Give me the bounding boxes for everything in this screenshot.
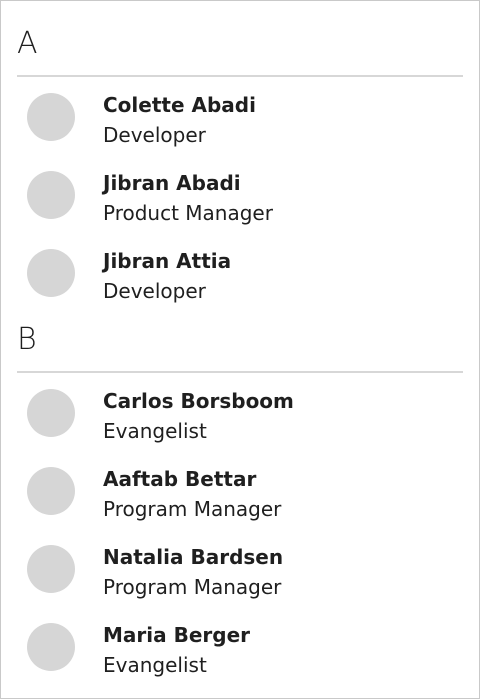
contact-name: Carlos Borsboom — [103, 389, 294, 413]
group-b: B Carlos Borsboom Evangelist Aaftab Bett… — [1, 297, 479, 698]
group-letter: B — [17, 322, 37, 357]
list-item[interactable]: Natalia Bardsen Program Manager — [1, 543, 479, 621]
group-divider — [17, 75, 463, 77]
contacts-list-view: A Colette Abadi Developer Jibran Abadi P… — [0, 0, 480, 699]
contact-name: Colette Abadi — [103, 93, 256, 117]
avatar — [27, 171, 75, 219]
contact-role: Program Manager — [103, 575, 282, 599]
group-letter: A — [17, 26, 38, 61]
list-item[interactable]: Jibran Abadi Product Manager — [1, 169, 479, 247]
contact-list: Colette Abadi Developer Jibran Abadi Pro… — [1, 91, 479, 325]
avatar — [27, 93, 75, 141]
contact-name: Aaftab Bettar — [103, 467, 257, 491]
avatar — [27, 545, 75, 593]
list-item[interactable]: Maria Berger Evangelist — [1, 621, 479, 698]
contact-name: Jibran Abadi — [103, 171, 241, 195]
group-header-a[interactable]: A — [1, 1, 479, 77]
contact-role: Product Manager — [103, 201, 273, 225]
contact-name: Jibran Attia — [103, 249, 232, 273]
group-header-b[interactable]: B — [1, 297, 479, 373]
group-a: A Colette Abadi Developer Jibran Abadi P… — [1, 1, 479, 325]
contact-role: Evangelist — [103, 419, 207, 443]
contact-role: Developer — [103, 123, 206, 147]
contact-role: Program Manager — [103, 497, 282, 521]
contact-role: Evangelist — [103, 653, 207, 677]
list-item[interactable]: Colette Abadi Developer — [1, 91, 479, 169]
avatar — [27, 467, 75, 515]
list-item[interactable]: Aaftab Bettar Program Manager — [1, 465, 479, 543]
avatar — [27, 389, 75, 437]
group-divider — [17, 371, 463, 373]
contact-list: Carlos Borsboom Evangelist Aaftab Bettar… — [1, 387, 479, 698]
list-item[interactable]: Carlos Borsboom Evangelist — [1, 387, 479, 465]
contact-name: Natalia Bardsen — [103, 545, 284, 569]
avatar — [27, 623, 75, 671]
avatar — [27, 249, 75, 297]
contact-name: Maria Berger — [103, 623, 250, 647]
